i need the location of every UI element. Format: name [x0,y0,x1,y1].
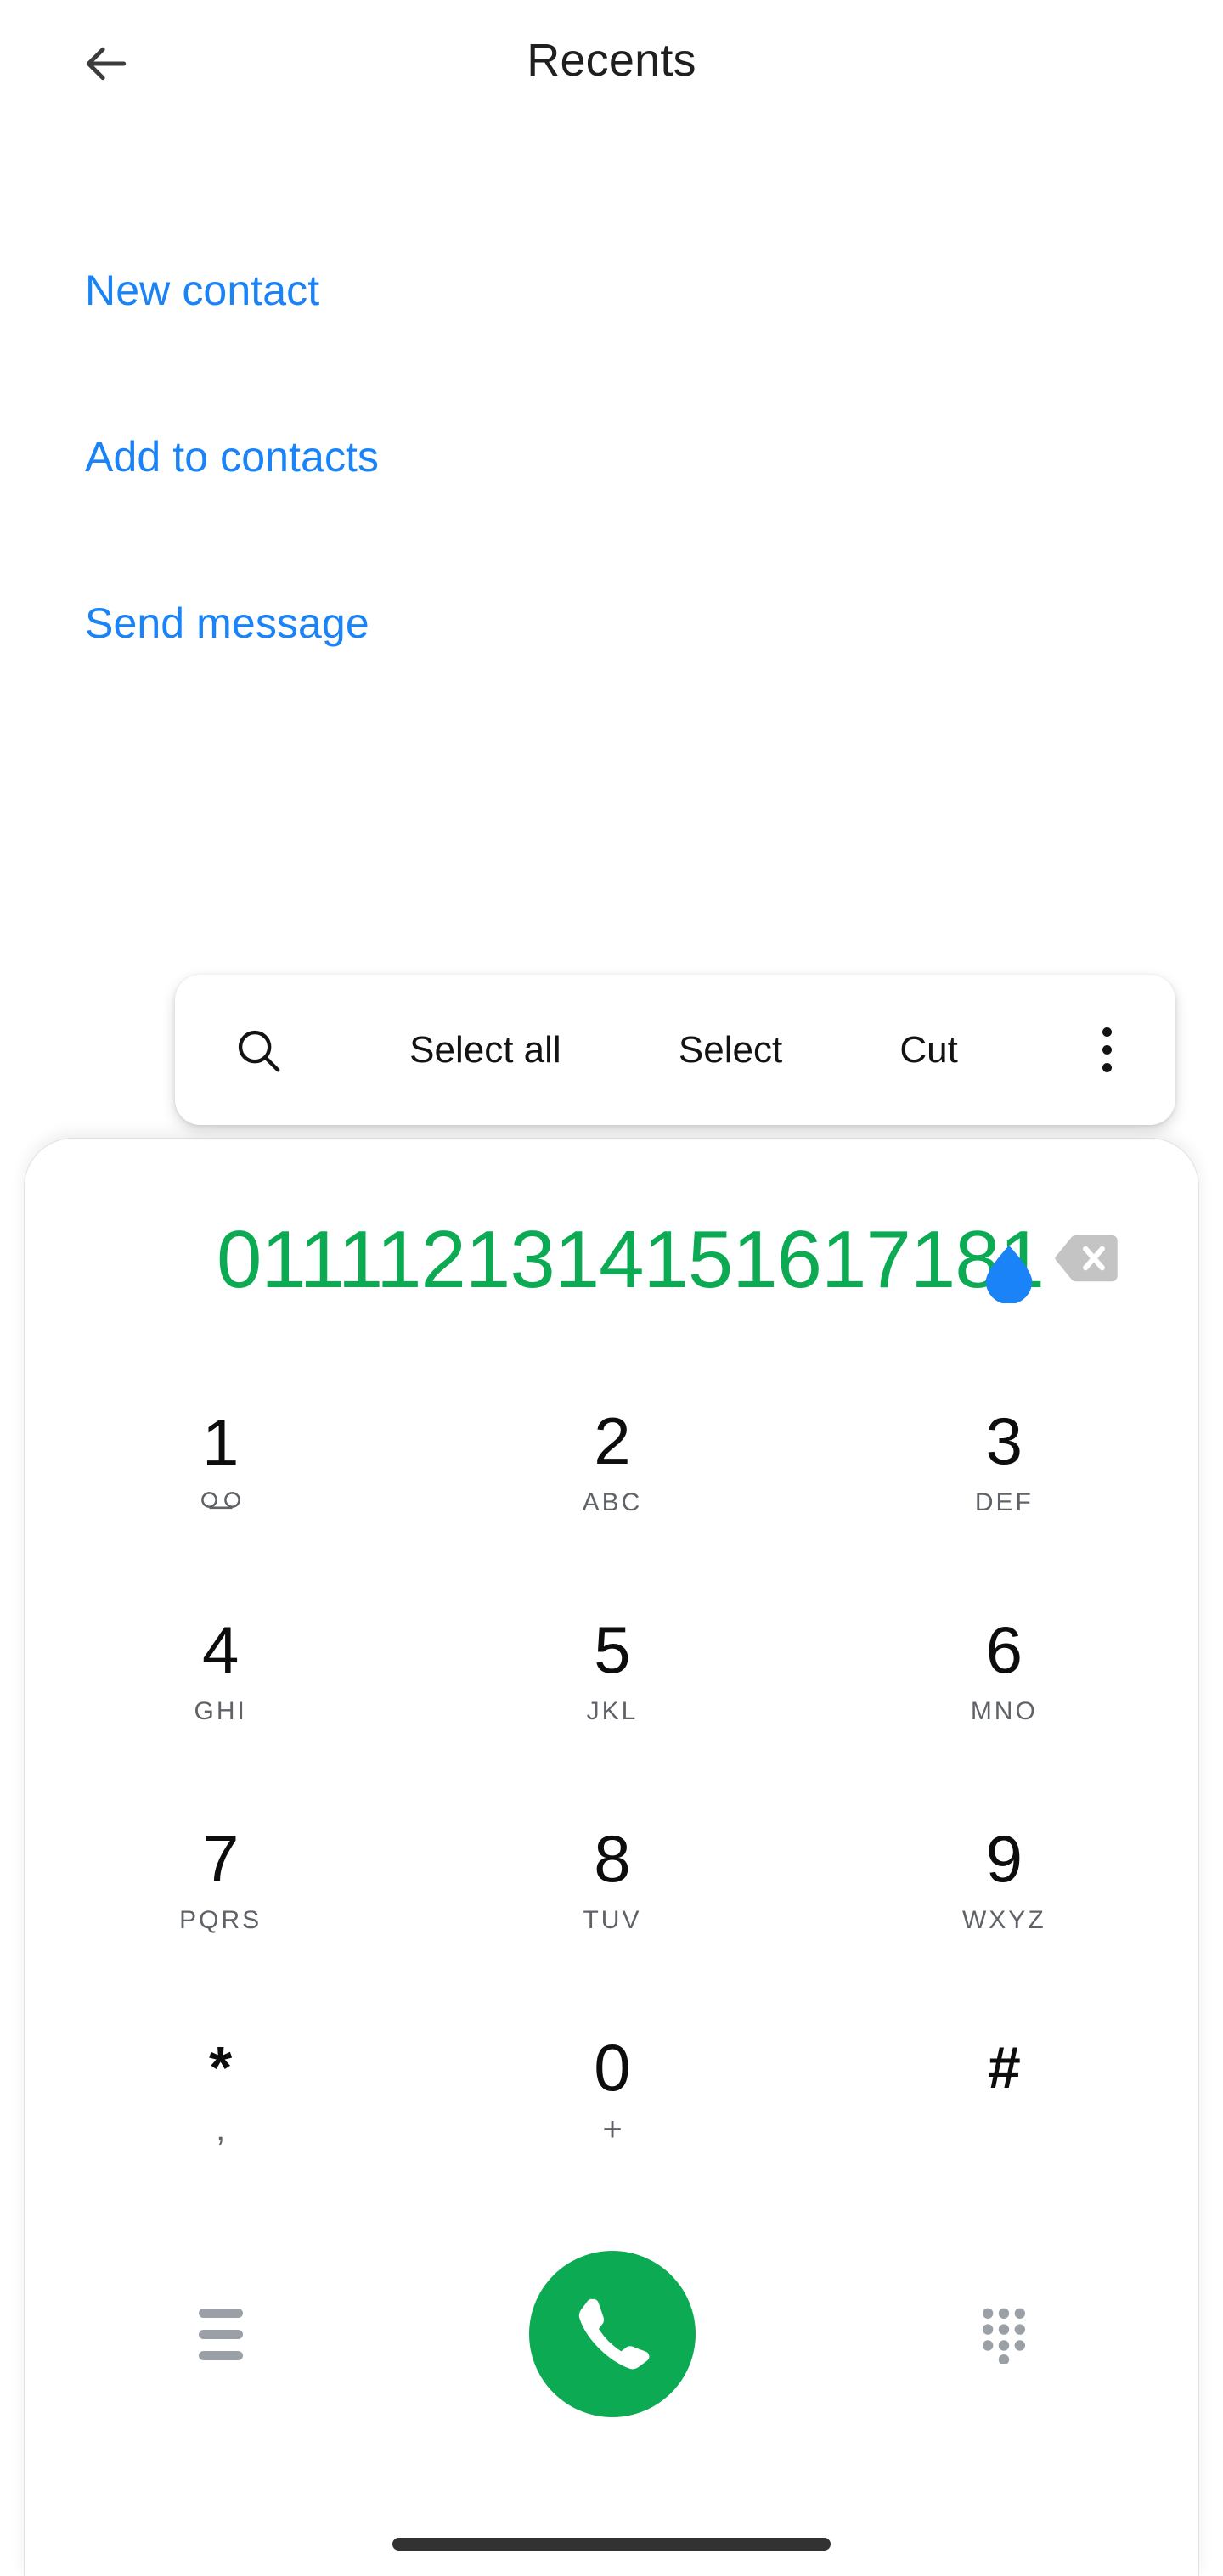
search-icon [232,1024,285,1077]
hide-dialpad-glyph [978,2304,1030,2364]
select-all-button[interactable]: Select all [404,1017,566,1083]
cut-button[interactable]: Cut [894,1017,962,1083]
keypad-row-4: * , 0 + # [25,1984,1200,2193]
dial-key-1[interactable]: 1 [25,1358,416,1566]
list-lines-icon-line-3 [199,2351,243,2360]
dial-key-2[interactable]: 2 ABC [416,1358,808,1566]
dial-key-0[interactable]: 0 + [416,1984,808,2193]
list-lines-icon-line-1 [199,2309,243,2318]
voicemail-icon [200,1487,241,1516]
text-selection-toolbar: Select all Select Cut [175,975,1175,1125]
dial-key-9-letters: WXYZ [962,1906,1046,1935]
action-send-message[interactable]: Send message [0,540,1223,706]
backspace-icon [1054,1233,1120,1284]
action-add-to-contacts[interactable]: Add to contacts [0,374,1223,540]
dial-key-star-digit: * [209,2033,232,2101]
dial-key-4-letters: GHI [194,1697,246,1726]
select-button[interactable]: Select [673,1017,787,1083]
dial-key-6-letters: MNO [971,1697,1038,1726]
dial-key-star[interactable]: * , [25,1984,416,2193]
home-gesture-pill[interactable] [392,2538,831,2551]
dial-key-1-digit: 1 [202,1409,239,1476]
dial-key-star-sub: , [216,2115,225,2144]
dial-key-0-digit: 0 [594,2033,630,2101]
more-vertical-icon-dot-2 [1102,1045,1112,1055]
dial-key-8[interactable]: 8 TUV [416,1775,808,1984]
keypad-row-3: 7 PQRS 8 TUV 9 WXYZ [25,1775,1200,1984]
dial-key-0-sub: + [602,2115,622,2144]
action-list: New contact Add to contacts Send message [0,207,1223,706]
keypad-row-2: 4 GHI 5 JKL 6 MNO [25,1566,1200,1775]
dialpad-sheet: 0111121314151617181 1 [24,1138,1199,2576]
dial-key-9[interactable]: 9 WXYZ [809,1775,1200,1984]
list-lines-icon[interactable] [183,2297,258,2371]
dial-key-3[interactable]: 3 DEF [809,1358,1200,1566]
app-header: Recents [0,0,1223,127]
dial-key-5[interactable]: 5 JKL [416,1566,808,1775]
dial-key-7[interactable]: 7 PQRS [25,1775,416,1984]
dial-key-8-letters: TUV [583,1906,641,1935]
dialpad-bottom-row [25,2215,1200,2453]
dialpad-keys: 1 2 ABC 3 DEF [25,1358,1200,2193]
dial-key-4-digit: 4 [202,1616,239,1684]
list-lines-icon-line-2 [199,2330,243,2339]
dial-key-4[interactable]: 4 GHI [25,1566,416,1775]
dial-key-6-digit: 6 [986,1616,1023,1684]
dial-key-8-digit: 8 [594,1825,630,1893]
search-button[interactable] [219,1011,297,1089]
dial-key-7-digit: 7 [202,1825,239,1893]
dial-key-2-letters: ABC [583,1488,643,1517]
dial-key-9-digit: 9 [986,1825,1023,1893]
dial-key-pound-digit: # [988,2033,1021,2101]
keypad-row-1: 1 2 ABC 3 DEF [25,1358,1200,1566]
phone-handset-icon [568,2290,657,2378]
dial-key-6[interactable]: 6 MNO [809,1566,1200,1775]
text-cursor-handle-icon[interactable] [984,1244,1034,1303]
bottom-left-cell [25,2297,416,2371]
page-title: Recents [0,34,1223,87]
dial-key-5-digit: 5 [594,1616,630,1684]
phone-number-field[interactable]: 0111121314151617181 [178,1205,1044,1315]
dial-key-3-letters: DEF [975,1488,1034,1517]
more-vertical-icon-dot-1 [1102,1027,1112,1037]
backspace-button[interactable] [1052,1229,1122,1288]
action-new-contact[interactable]: New contact [0,207,1223,374]
teardrop-glyph [984,1244,1034,1303]
dial-key-2-digit: 2 [594,1407,630,1475]
dial-key-7-letters: PQRS [179,1906,262,1935]
dial-key-5-letters: JKL [587,1697,639,1726]
dial-key-pound[interactable]: # [809,1984,1200,2193]
overflow-menu-button[interactable] [1077,1011,1136,1089]
phone-app-screen: Recents New contact Add to contacts Send… [0,0,1223,2576]
hide-dialpad-icon[interactable] [967,2297,1041,2371]
more-vertical-icon-dot-3 [1102,1063,1112,1072]
bottom-right-cell [809,2297,1200,2371]
call-button[interactable] [529,2251,696,2417]
bottom-center-cell [416,2251,808,2417]
dial-key-3-digit: 3 [986,1407,1023,1475]
